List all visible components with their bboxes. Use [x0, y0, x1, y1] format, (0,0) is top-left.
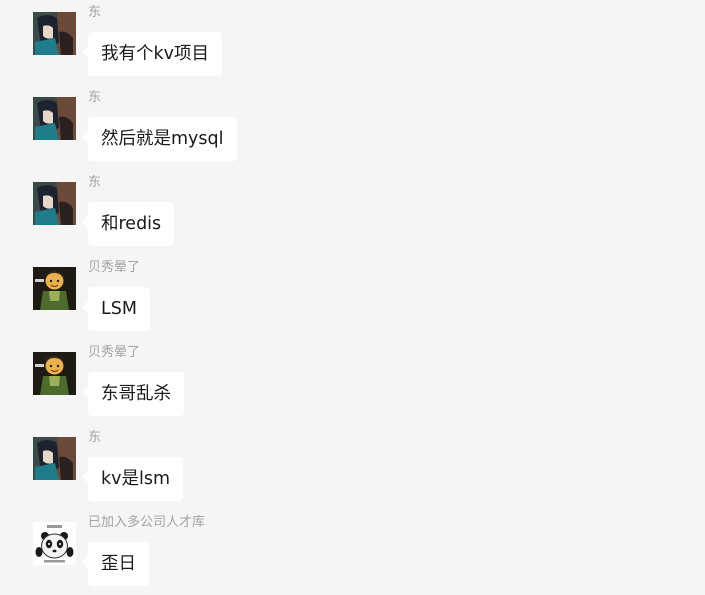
avatar[interactable] [33, 522, 76, 565]
cartoon-kid-meme-avatar-icon [33, 267, 76, 310]
message-bubble[interactable]: 歪日 [82, 542, 149, 586]
sender-name: 东 [88, 175, 102, 190]
panda-meme-avatar-icon [33, 522, 76, 565]
sender-name: 贝秀晕了 [88, 260, 141, 275]
avatar[interactable] [33, 12, 76, 55]
chat-message-list: 东 我有个kv项目 东 然后就是mysql 东 和redis 贝秀晕了 LSM … [0, 0, 705, 595]
chat-message: 东 我有个kv项目 [33, 5, 673, 97]
avatar[interactable] [33, 97, 76, 140]
sender-name: 东 [88, 5, 102, 20]
message-bubble[interactable]: 东哥乱杀 [82, 372, 184, 416]
message-bubble[interactable]: LSM [82, 287, 150, 331]
sender-name: 已加入多公司人才库 [88, 515, 206, 530]
chat-message: 贝秀晕了 东哥乱杀 [33, 345, 673, 437]
chat-message: 东 kv是lsm [33, 430, 673, 522]
avatar[interactable] [33, 437, 76, 480]
message-bubble[interactable]: kv是lsm [81, 457, 184, 501]
message-bubble[interactable]: 我有个kv项目 [82, 32, 222, 76]
cartoon-kid-meme-avatar-icon [33, 352, 76, 395]
message-bubble[interactable]: 和redis [81, 202, 175, 246]
anime-dark-hair-avatar-icon [33, 12, 76, 55]
anime-dark-hair-avatar-icon [33, 97, 76, 140]
message-bubble[interactable]: 然后就是mysql [82, 117, 237, 161]
anime-dark-hair-avatar-icon [33, 437, 76, 480]
chat-message: 东 和redis [33, 175, 673, 267]
anime-dark-hair-avatar-icon [33, 182, 76, 225]
sender-name: 东 [88, 90, 102, 105]
chat-message: 已加入多公司人才库 歪日 [33, 515, 673, 595]
chat-message: 东 然后就是mysql [33, 90, 673, 182]
avatar[interactable] [33, 267, 76, 310]
avatar[interactable] [33, 352, 76, 395]
avatar[interactable] [33, 182, 76, 225]
sender-name: 东 [88, 430, 102, 445]
sender-name: 贝秀晕了 [88, 345, 141, 360]
chat-message: 贝秀晕了 LSM [33, 260, 673, 352]
